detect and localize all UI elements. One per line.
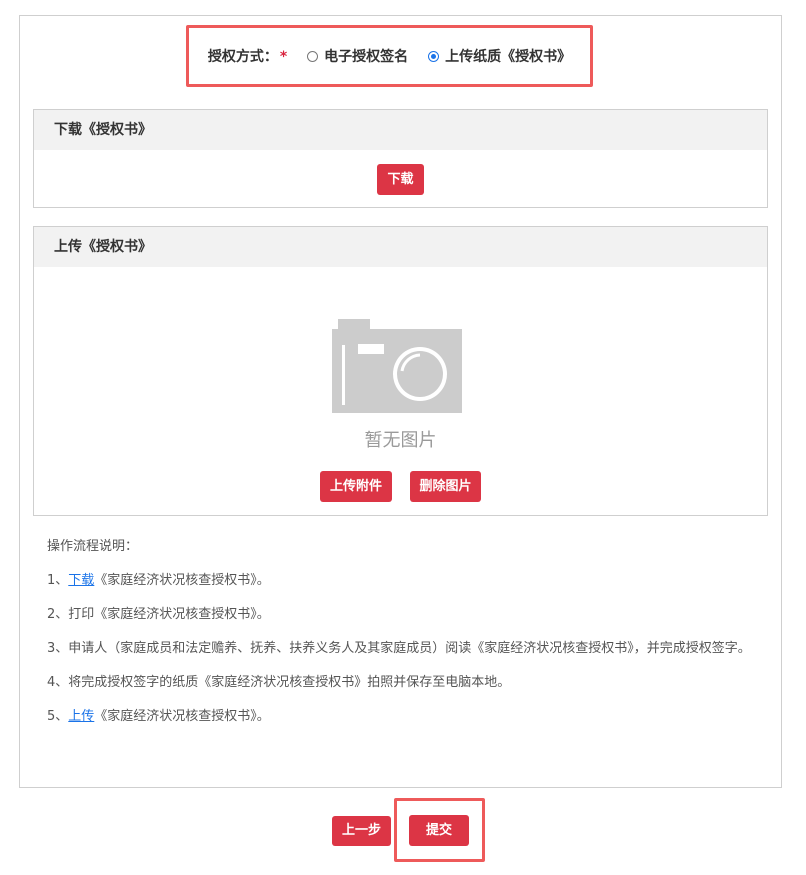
- radio-button-checked-icon[interactable]: [428, 50, 440, 62]
- required-mark: *: [279, 49, 288, 65]
- download-button[interactable]: 下载: [377, 164, 424, 195]
- radio-label: 电子授权签名: [324, 49, 409, 65]
- radio-label: 上传纸质《授权书》: [445, 49, 572, 65]
- upload-link[interactable]: 上传: [68, 709, 94, 724]
- instruction-item: 2、打印《家庭经济状况核查授权书》。: [47, 607, 270, 622]
- no-image-text: 暂无图片: [364, 430, 437, 451]
- auth-method-group: 授权方式： * 电子授权签名 上传纸质《授权书》: [186, 25, 593, 87]
- upload-panel-title: 上传《授权书》: [34, 227, 767, 267]
- instructions-title: 操作流程说明：: [47, 539, 139, 554]
- instruction-item: 5、上传《家庭经济状况核查授权书》。: [47, 709, 270, 724]
- upload-attachment-button[interactable]: 上传附件: [320, 471, 392, 502]
- radio-electronic-signature[interactable]: 电子授权签名: [307, 46, 408, 66]
- instruction-item: 1、下载《家庭经济状况核查授权书》。: [47, 573, 270, 588]
- auth-method-label: 授权方式： *: [207, 49, 288, 65]
- instruction-item: 4、将完成授权签字的纸质《家庭经济状况核查授权书》拍照并保存至电脑本地。: [47, 675, 511, 690]
- download-link[interactable]: 下载: [68, 573, 94, 588]
- download-panel: 下载《授权书》 下载: [33, 109, 768, 208]
- submit-button[interactable]: 提交: [409, 815, 469, 846]
- radio-upload-paper[interactable]: 上传纸质《授权书》: [428, 46, 571, 66]
- download-panel-title: 下载《授权书》: [34, 110, 767, 150]
- previous-step-button[interactable]: 上一步: [332, 816, 391, 846]
- delete-image-button[interactable]: 删除图片: [410, 471, 481, 502]
- camera-icon: [332, 319, 462, 413]
- radio-button-icon[interactable]: [307, 50, 319, 62]
- instructions: 操作流程说明： 1、下载《家庭经济状况核查授权书》。 2、打印《家庭经济状况核查…: [47, 536, 752, 740]
- upload-panel: 上传《授权书》 暂无图片 上传附件 删除图片: [33, 226, 768, 516]
- instruction-item: 3、申请人（家庭成员和法定赡养、抚养、扶养义务人及其家庭成员）阅读《家庭经济状况…: [47, 641, 751, 656]
